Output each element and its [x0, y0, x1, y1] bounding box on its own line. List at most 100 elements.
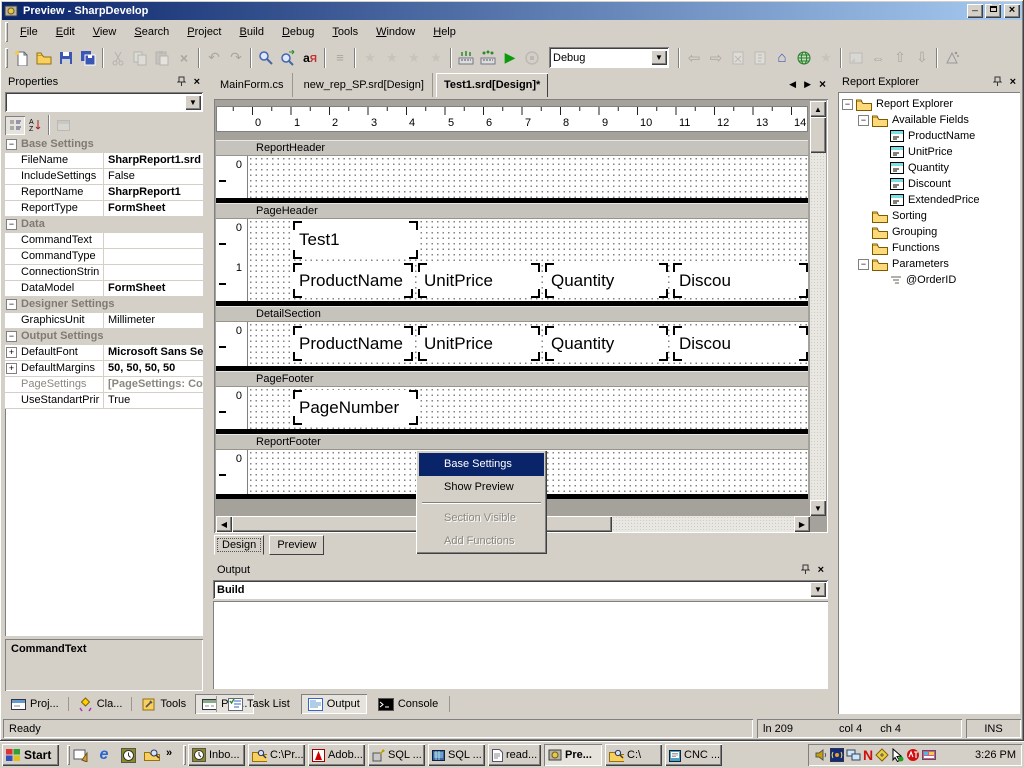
property-row[interactable]: ReportNameSharpReport1 [5, 185, 203, 201]
tab-preview[interactable]: Preview [269, 535, 324, 555]
property-value[interactable]: [PageSettings: Col [104, 377, 203, 392]
collapse-icon[interactable]: − [842, 99, 853, 110]
macro-play-button[interactable] [477, 47, 499, 69]
menu-tools[interactable]: Tools [323, 22, 367, 43]
move-down-button[interactable]: ⇩ [911, 47, 933, 69]
tab-console[interactable]: Console [371, 694, 445, 714]
favorites-button[interactable]: ★ [815, 47, 837, 69]
back-button[interactable]: ⇦ [683, 47, 705, 69]
menu-item-show-preview[interactable]: Show Preview [419, 476, 544, 499]
property-row[interactable]: FileNameSharpReport1.srd [5, 153, 203, 169]
collapse-icon[interactable]: − [6, 219, 17, 230]
section-canvas[interactable]: PageNumber [248, 387, 808, 429]
save-button[interactable] [55, 47, 77, 69]
combo-dropdown-button[interactable]: ▼ [810, 582, 826, 597]
home-button[interactable]: ⌂ [771, 47, 793, 69]
tree-node-parameter-orderid[interactable]: @OrderID [838, 272, 1020, 288]
resize-horizontal-button[interactable]: ⇔ [867, 47, 889, 69]
taskbar-button-explorer-c[interactable]: C:\ [605, 744, 662, 766]
combo-dropdown-button[interactable]: ▼ [185, 95, 201, 110]
property-row[interactable]: DataModelFormSheet [5, 281, 203, 297]
delete-button[interactable]: × [173, 47, 195, 69]
menu-search[interactable]: Search [125, 22, 178, 43]
open-file-button[interactable] [33, 47, 55, 69]
property-row[interactable]: PageSettings[PageSettings: Col [5, 377, 203, 393]
property-value[interactable]: False [104, 169, 203, 184]
tree-node-label[interactable]: Quantity [908, 162, 949, 174]
property-value[interactable] [104, 233, 203, 248]
properties-object-combobox[interactable]: ▼ [5, 92, 203, 112]
section-band-pagefooter[interactable]: PageFooter [216, 371, 808, 387]
start-button[interactable]: Start [2, 744, 59, 766]
macro-record-button[interactable] [455, 47, 477, 69]
property-row[interactable]: UseStandartPrirTrue [5, 393, 203, 409]
tree-node-label[interactable]: Sorting [892, 210, 927, 222]
section-pagefooter[interactable]: 0 PageNumber [216, 387, 808, 429]
sort-button[interactable] [941, 47, 963, 69]
alphabetical-sort-button[interactable]: AZ [25, 116, 45, 135]
menu-item-add-functions[interactable]: Add Functions [419, 530, 544, 553]
property-category-row[interactable]: −Data [5, 217, 203, 233]
report-item-discount[interactable]: Discou [673, 326, 808, 361]
tree-node-field[interactable]: ExtendedPrice [838, 192, 1020, 208]
property-row[interactable]: +DefaultMargins50, 50, 50, 50 [5, 361, 203, 377]
taskbar-grip[interactable] [183, 745, 186, 765]
menu-build[interactable]: Build [231, 22, 273, 43]
report-item-unitprice[interactable]: UnitPrice [418, 263, 540, 298]
menu-window[interactable]: Window [367, 22, 424, 43]
scroll-up-button[interactable]: ▲ [810, 101, 826, 117]
refresh-button[interactable] [749, 47, 771, 69]
property-value[interactable]: SharpReport1 [104, 185, 203, 200]
pin-icon[interactable] [801, 564, 811, 576]
tab-tools[interactable]: Tools [134, 694, 193, 714]
section-band-pageheader[interactable]: PageHeader [216, 203, 808, 219]
keyboard-layout-icon[interactable] [922, 748, 936, 762]
tree-node-label[interactable]: Grouping [892, 226, 937, 238]
report-item-productname[interactable]: ProductName [293, 326, 413, 361]
property-category-row[interactable]: −Designer Settings [5, 297, 203, 313]
taskbar-button-preview-active[interactable]: Pre... [544, 744, 602, 766]
categorized-view-button[interactable] [5, 116, 25, 135]
taskbar-button-explorer-pr[interactable]: C:\Pr... [248, 744, 305, 766]
tree-node-label[interactable]: Parameters [892, 258, 949, 270]
select-box-button[interactable] [845, 47, 867, 69]
section-band-reportheader[interactable]: ReportHeader [216, 140, 808, 156]
pcanywhere-icon[interactable] [875, 748, 889, 762]
section-band-reportfooter[interactable]: ReportFooter [216, 434, 808, 450]
section-canvas[interactable]: Test1 ProductName UnitPrice Quantity Dis… [248, 219, 808, 301]
wireless-icon[interactable] [830, 748, 844, 762]
show-desktop-icon[interactable] [70, 745, 90, 765]
tab-classes[interactable]: Cla... [71, 694, 130, 714]
tree-node-report-explorer[interactable]: − Report Explorer [838, 96, 1020, 112]
tree-node-label[interactable]: Available Fields [892, 114, 969, 126]
section-pageheader[interactable]: 0 1 Test1 ProductName UnitPrice Quantity… [216, 219, 808, 301]
tree-node-label[interactable]: UnitPrice [908, 146, 953, 158]
toolbar-grip[interactable] [5, 48, 8, 68]
section-band-detailsection[interactable]: DetailSection [216, 306, 808, 322]
taskbar-button-adobe[interactable]: Adob... [308, 744, 365, 766]
cut-button[interactable] [107, 47, 129, 69]
replace-button[interactable]: aЯ [299, 47, 321, 69]
scroll-down-button[interactable]: ▼ [810, 500, 826, 516]
report-item-discount[interactable]: Discou [673, 263, 808, 298]
report-item-pagenumber[interactable]: PageNumber [293, 390, 418, 425]
save-all-button[interactable] [77, 47, 99, 69]
output-content[interactable] [213, 601, 828, 689]
tree-node-field[interactable]: Discount [838, 176, 1020, 192]
scroll-right-button[interactable]: ▶ [794, 516, 810, 532]
netware-icon[interactable]: N [863, 747, 873, 763]
tree-node-available-fields[interactable]: − Available Fields [838, 112, 1020, 128]
tree-node-functions[interactable]: Functions [838, 240, 1020, 256]
collapse-icon[interactable]: − [858, 259, 869, 270]
report-item-quantity[interactable]: Quantity [545, 263, 668, 298]
report-item-quantity[interactable]: Quantity [545, 326, 668, 361]
collapse-icon[interactable]: − [6, 299, 17, 310]
quicklaunch-chevron[interactable]: » [166, 747, 172, 759]
scrollbar-thumb[interactable] [810, 117, 826, 153]
search-button[interactable] [255, 47, 277, 69]
title-bar[interactable]: Preview - SharpDevelop _ × [2, 2, 1022, 20]
menu-grip[interactable] [5, 22, 8, 42]
tab-projects[interactable]: Proj... [4, 694, 66, 714]
property-row[interactable]: IncludeSettingsFalse [5, 169, 203, 185]
property-row[interactable]: ConnectionStrin [5, 265, 203, 281]
